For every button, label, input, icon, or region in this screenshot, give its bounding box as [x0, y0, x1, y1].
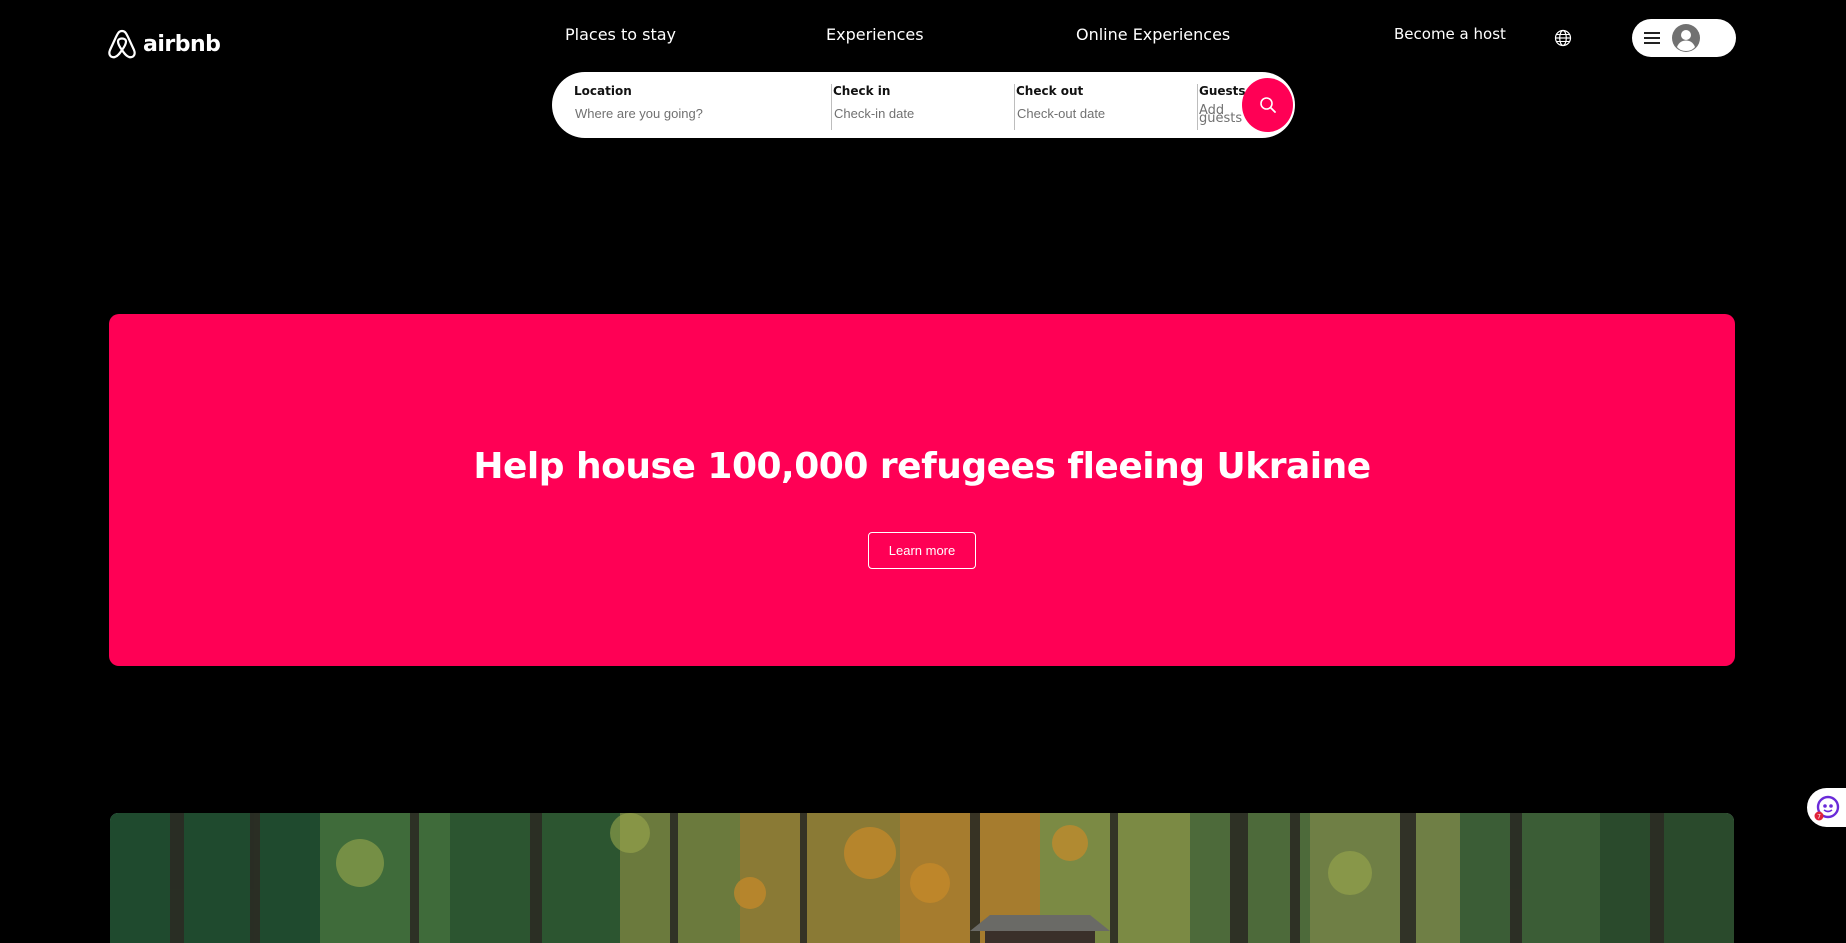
- forest-illustration: [110, 813, 1734, 943]
- assistant-bot-icon: 7: [1814, 795, 1839, 820]
- check-out-label: Check out: [1016, 84, 1084, 98]
- user-avatar-icon: [1672, 24, 1700, 52]
- ukraine-refugee-banner: Help house 100,000 refugees fleeing Ukra…: [109, 314, 1735, 666]
- check-in-label: Check in: [833, 84, 891, 98]
- search-button[interactable]: [1242, 78, 1293, 132]
- search-bar: Location Check in Check out Guests Add g…: [552, 72, 1295, 138]
- check-out-input[interactable]: [1017, 106, 1186, 121]
- svg-text:7: 7: [1817, 813, 1821, 820]
- check-in-input[interactable]: [834, 106, 1003, 121]
- check-in-field[interactable]: Check in: [831, 84, 1003, 130]
- location-input[interactable]: [575, 106, 815, 121]
- location-label: Location: [574, 84, 632, 98]
- guests-label: Guests: [1199, 84, 1246, 98]
- check-out-field[interactable]: Check out: [1014, 84, 1186, 130]
- banner-title: Help house 100,000 refugees fleeing Ukra…: [473, 446, 1371, 487]
- logo-wordmark: airbnb: [143, 31, 221, 57]
- nav-online-experiences[interactable]: Online Experiences: [1076, 25, 1230, 44]
- become-a-host-link[interactable]: Become a host: [1394, 25, 1506, 43]
- assistant-bot-button[interactable]: 7: [1807, 788, 1846, 827]
- hamburger-menu-icon: [1644, 32, 1660, 44]
- globe-icon[interactable]: [1554, 29, 1572, 47]
- airbnb-logo[interactable]: airbnb: [107, 28, 221, 60]
- guests-placeholder[interactable]: Add guests: [1199, 104, 1243, 125]
- learn-more-button[interactable]: Learn more: [868, 532, 976, 569]
- search-icon: [1259, 97, 1276, 113]
- airbnb-belo-icon: [108, 29, 136, 59]
- forest-cabin-photo: [110, 813, 1734, 943]
- guests-field[interactable]: Guests Add guests: [1197, 84, 1246, 130]
- location-field[interactable]: Location: [573, 84, 815, 130]
- nav-places-to-stay[interactable]: Places to stay: [565, 25, 676, 44]
- nav-experiences[interactable]: Experiences: [826, 25, 924, 44]
- user-menu-button[interactable]: [1632, 19, 1736, 57]
